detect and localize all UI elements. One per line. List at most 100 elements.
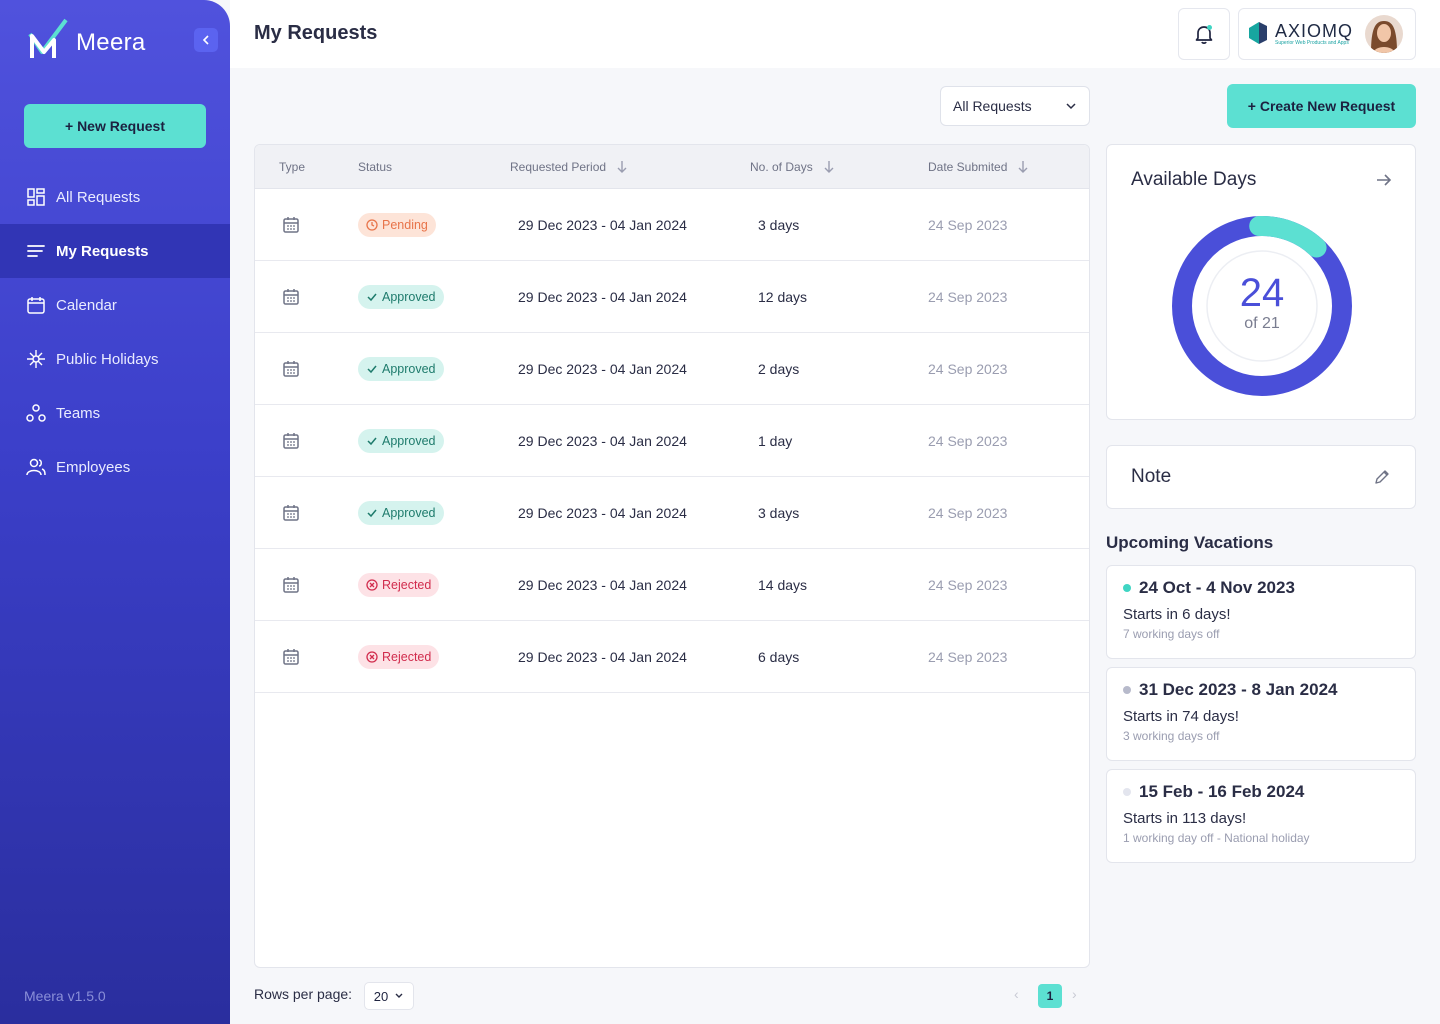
- column-requested-period[interactable]: Requested Period: [510, 145, 628, 189]
- next-page-button[interactable]: ›: [1072, 986, 1077, 1002]
- chevron-left-icon: [202, 35, 209, 45]
- period-cell: 29 Dec 2023 - 04 Jan 2024: [518, 577, 687, 593]
- table-row[interactable]: Rejected 29 Dec 2023 - 04 Jan 2024 14 da…: [255, 549, 1089, 621]
- table-body: Pending 29 Dec 2023 - 04 Jan 2024 3 days…: [255, 189, 1089, 693]
- period-cell: 29 Dec 2023 - 04 Jan 2024: [518, 505, 687, 521]
- table-row[interactable]: Approved 29 Dec 2023 - 04 Jan 2024 3 day…: [255, 477, 1089, 549]
- sidebar-item-public-holidays[interactable]: Public Holidays: [0, 332, 230, 386]
- sort-down-icon[interactable]: [823, 160, 835, 174]
- open-available-days-button[interactable]: [1375, 171, 1393, 194]
- sidebar-item-teams[interactable]: Teams: [0, 386, 230, 440]
- calendar-icon: [283, 433, 299, 449]
- profile-menu[interactable]: AXIOMQ Superior Web Products and Apps: [1238, 8, 1416, 60]
- x-circle-icon: [366, 651, 378, 663]
- period-cell: 29 Dec 2023 - 04 Jan 2024: [518, 289, 687, 305]
- sidebar-item-all-requests[interactable]: All Requests: [0, 170, 230, 224]
- note-card[interactable]: Note: [1106, 445, 1416, 509]
- status-cell: Approved: [358, 477, 444, 549]
- clock-icon: [366, 219, 378, 231]
- calendar-icon: [283, 577, 299, 593]
- vacation-card[interactable]: 15 Feb - 16 Feb 2024 Starts in 113 days!…: [1106, 769, 1416, 863]
- column-label: Type: [279, 160, 306, 174]
- table-row[interactable]: Approved 29 Dec 2023 - 04 Jan 2024 2 day…: [255, 333, 1089, 405]
- calendar-icon: [283, 649, 299, 665]
- meera-logo-icon: [28, 18, 68, 67]
- list-icon: [27, 245, 45, 257]
- days-cell: 3 days: [758, 505, 800, 521]
- submitted-cell: 24 Sep 2023: [928, 217, 1008, 233]
- avatar[interactable]: [1365, 15, 1404, 53]
- status-cell: Rejected: [358, 621, 440, 693]
- column-no-of-days[interactable]: No. of Days: [750, 145, 835, 189]
- check-icon: [367, 509, 377, 518]
- request-filter-value: All Requests: [953, 98, 1032, 114]
- type-cell: [281, 549, 301, 621]
- available-days-card: Available Days 24 of 21: [1106, 144, 1416, 420]
- users-icon: [26, 458, 46, 476]
- request-filter-select[interactable]: All Requests: [940, 86, 1090, 126]
- sidebar-item-label: Employees: [56, 458, 131, 476]
- upcoming-vacations-title: Upcoming Vacations: [1106, 533, 1274, 552]
- sidebar-item-label: All Requests: [56, 188, 141, 206]
- status-badge: Pending: [358, 213, 436, 237]
- app-version: Meera v1.5.0: [24, 988, 106, 1004]
- table-row[interactable]: Pending 29 Dec 2023 - 04 Jan 2024 3 days…: [255, 189, 1089, 261]
- available-days-title: Available Days: [1131, 169, 1257, 190]
- column-label: Status: [358, 160, 393, 174]
- status-cell: Approved: [358, 261, 444, 333]
- submitted-cell: 24 Sep 2023: [928, 577, 1008, 593]
- days-cell: 2 days: [758, 361, 800, 377]
- vacation-days-off: 7 working days off: [1123, 627, 1220, 641]
- pencil-icon[interactable]: [1373, 468, 1391, 486]
- status-label: Approved: [382, 506, 436, 520]
- sort-down-icon[interactable]: [616, 160, 628, 174]
- sidebar-item-calendar[interactable]: Calendar: [0, 278, 230, 332]
- vacation-starts: Starts in 74 days!: [1123, 708, 1239, 725]
- page-number-button[interactable]: 1: [1038, 984, 1062, 1008]
- rows-per-page-value: 20: [373, 988, 389, 1004]
- sidebar-item-my-requests[interactable]: My Requests: [0, 224, 230, 278]
- type-cell: [281, 261, 301, 333]
- status-badge: Rejected: [358, 645, 440, 669]
- table-row[interactable]: Approved 29 Dec 2023 - 04 Jan 2024 1 day…: [255, 405, 1089, 477]
- status-label: Rejected: [382, 650, 432, 664]
- chevron-down-icon: [395, 993, 403, 998]
- column-label: Requested Period: [510, 160, 607, 174]
- collapse-sidebar-button[interactable]: [194, 28, 218, 52]
- sidebar-item-label: Public Holidays: [56, 350, 159, 368]
- vacation-starts: Starts in 113 days!: [1123, 810, 1247, 827]
- new-request-button[interactable]: + New Request: [24, 104, 206, 148]
- submitted-cell: 24 Sep 2023: [928, 433, 1008, 449]
- brand[interactable]: Meera: [28, 18, 146, 67]
- status-dot: [1123, 686, 1131, 694]
- calendar-icon: [283, 289, 299, 305]
- column-date-submitted[interactable]: Date Submited: [928, 145, 1029, 189]
- sort-down-icon[interactable]: [1017, 160, 1029, 174]
- vacation-card[interactable]: 31 Dec 2023 - 8 Jan 2024 Starts in 74 da…: [1106, 667, 1416, 761]
- status-badge: Approved: [358, 429, 444, 453]
- rows-per-page-select[interactable]: 20: [364, 982, 414, 1010]
- brand-name: Meera: [76, 28, 146, 56]
- vacation-range: 31 Dec 2023 - 8 Jan 2024: [1139, 680, 1338, 699]
- status-dot: [1123, 788, 1131, 796]
- sidebar-item-employees[interactable]: Employees: [0, 440, 230, 494]
- create-new-request-button[interactable]: + Create New Request: [1227, 84, 1416, 128]
- vacation-card[interactable]: 24 Oct - 4 Nov 2023 Starts in 6 days! 7 …: [1106, 565, 1416, 659]
- table-row[interactable]: Rejected 29 Dec 2023 - 04 Jan 2024 6 day…: [255, 621, 1089, 693]
- previous-page-button[interactable]: ‹: [1014, 986, 1019, 1002]
- sparkle-icon: [27, 350, 45, 368]
- company-logo-icon: [1247, 18, 1269, 51]
- calendar-icon: [283, 217, 299, 233]
- days-cell: 3 days: [758, 217, 800, 233]
- table-header: Type Status Requested Period No. of Days…: [255, 145, 1089, 189]
- status-label: Rejected: [382, 578, 432, 592]
- days-cell: 1 day: [758, 433, 793, 449]
- company-tagline: Superior Web Products and Apps: [1275, 39, 1349, 46]
- status-cell: Approved: [358, 405, 444, 477]
- column-label: No. of Days: [750, 160, 813, 174]
- vacation-range: 24 Oct - 4 Nov 2023: [1139, 578, 1295, 597]
- company-name: AXIOMQ: [1275, 20, 1354, 41]
- table-row[interactable]: Approved 29 Dec 2023 - 04 Jan 2024 12 da…: [255, 261, 1089, 333]
- notifications-button[interactable]: [1178, 8, 1230, 60]
- chevron-down-icon: [1066, 103, 1076, 110]
